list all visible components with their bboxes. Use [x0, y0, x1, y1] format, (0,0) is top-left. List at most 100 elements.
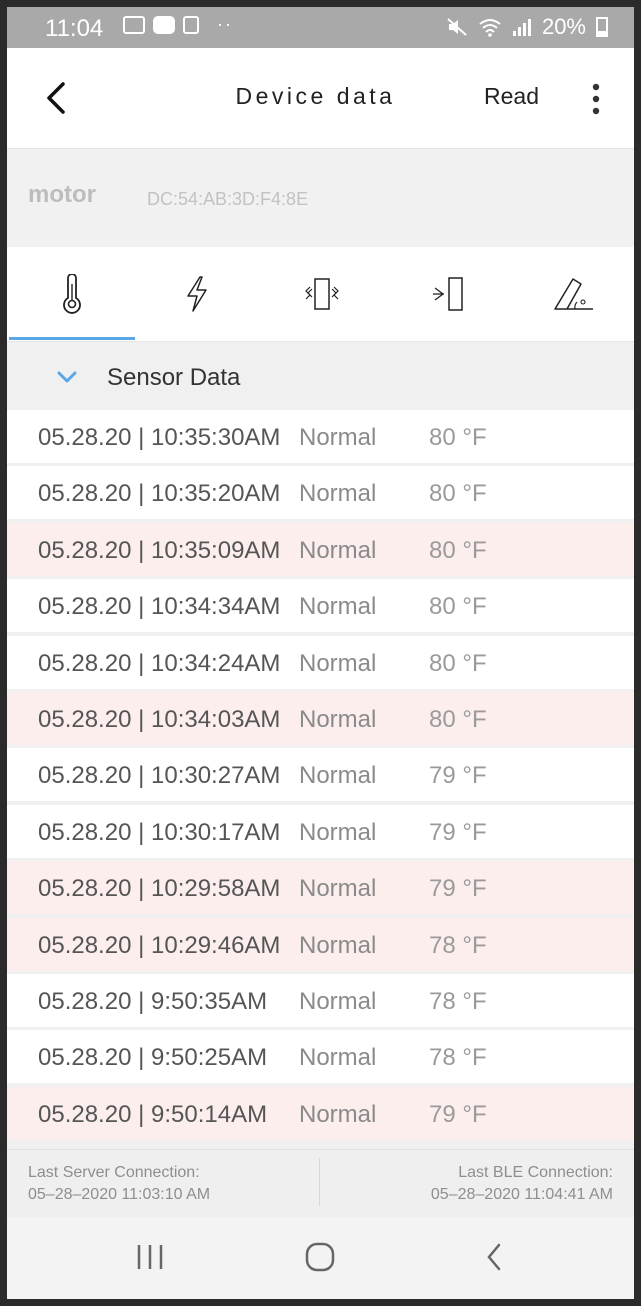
battery-icon: [596, 17, 608, 37]
more-options-icon[interactable]: [590, 82, 602, 116]
row-temperature-value: 80 °F: [429, 593, 487, 621]
row-status: Normal: [299, 875, 377, 903]
tab-power[interactable]: [134, 247, 259, 341]
row-temperature-value: 78 °F: [429, 931, 487, 959]
tab-tilt[interactable]: [509, 247, 634, 341]
table-row: 05.28.20 | 10:30:17AM Normal 79 °F: [7, 804, 634, 858]
row-timestamp: 05.28.20 | 10:29:58AM: [38, 875, 281, 903]
row-temperature-value: 80 °F: [429, 536, 487, 564]
server-connection-label: Last Server Connection:: [28, 1164, 200, 1181]
sensor-data-list: 05.28.20 | 10:35:30AM Normal 80 °F 05.28.20…: [7, 410, 634, 1143]
table-row: 05.28.20 | 10:35:20AM Normal 80 °F: [7, 466, 634, 520]
connection-footer: Last Server Connection: 05–28–2020 11:03…: [7, 1149, 634, 1218]
table-row: 05.28.20 | 10:29:46AM Normal 78 °F: [7, 917, 634, 971]
device-name: motor: [28, 181, 96, 208]
ble-connection-label: Last BLE Connection:: [458, 1164, 613, 1181]
row-status: Normal: [299, 762, 377, 790]
thermometer-icon: [62, 274, 81, 314]
table-row: 05.28.20 | 10:29:58AM Normal 79 °F: [7, 861, 634, 915]
tab-vibration[interactable]: [259, 247, 384, 341]
row-temperature-value: 78 °F: [429, 987, 487, 1015]
mute-icon: [447, 18, 467, 36]
battery-percent: 20%: [541, 14, 586, 39]
back-chevron-icon: [487, 1243, 501, 1271]
app-bar: Device data Read: [7, 48, 634, 149]
row-status: Normal: [299, 593, 377, 621]
chevron-down-icon[interactable]: [57, 370, 77, 384]
table-row: 05.28.20 | 10:30:27AM Normal 79 °F: [7, 748, 634, 802]
row-temperature-value: 80 °F: [429, 705, 487, 733]
status-time: 11:04: [45, 15, 104, 42]
status-icons-right: 20%: [446, 14, 608, 40]
read-button[interactable]: Read: [484, 83, 539, 110]
row-status: Normal: [299, 1044, 377, 1072]
section-label: Sensor Data: [107, 364, 241, 391]
table-row: 05.28.20 | 10:34:34AM Normal 80 °F: [7, 579, 634, 633]
ble-connection-time: 05–28–2020 11:04:41 AM: [430, 1186, 613, 1203]
vibration-icon: [304, 278, 339, 310]
home-button[interactable]: [290, 1237, 350, 1277]
status-dots: ··: [217, 14, 233, 34]
row-timestamp: 05.28.20 | 10:30:27AM: [38, 762, 281, 790]
row-status: Normal: [299, 987, 377, 1015]
table-row: 05.28.20 | 10:35:30AM Normal 80 °F: [7, 410, 634, 463]
table-row: 05.28.20 | 9:50:25AM Normal 78 °F: [7, 1030, 634, 1084]
tab-temperature[interactable]: [9, 247, 134, 341]
row-temperature-value: 80 °F: [429, 424, 487, 451]
row-temperature-value: 79 °F: [429, 1100, 487, 1128]
row-temperature-value: 79 °F: [429, 875, 487, 903]
footer-divider: [319, 1158, 320, 1206]
table-row: 05.28.20 | 10:34:24AM Normal 80 °F: [7, 635, 634, 689]
signal-icon: [512, 19, 531, 36]
home-icon: [305, 1242, 335, 1272]
row-timestamp: 05.28.20 | 9:50:25AM: [38, 1044, 268, 1072]
row-temperature-value: 80 °F: [429, 649, 487, 677]
table-row: 05.28.20 | 10:34:03AM Normal 80 °F: [7, 691, 634, 745]
tab-proximity[interactable]: [384, 247, 509, 341]
row-status: Normal: [299, 480, 377, 508]
recent-apps-button[interactable]: [120, 1237, 180, 1277]
system-back-button[interactable]: [464, 1237, 524, 1277]
row-status: Normal: [299, 536, 377, 564]
screenshot-icon: [183, 15, 199, 34]
youtube-icon: [153, 15, 175, 34]
row-timestamp: 05.28.20 | 10:34:03AM: [38, 705, 281, 733]
device-info: motor DC:54:AB:3D:F4:8E: [7, 149, 634, 247]
row-timestamp: 05.28.20 | 10:34:24AM: [38, 649, 281, 677]
row-temperature-value: 79 °F: [429, 818, 487, 846]
server-connection-time: 05–28–2020 11:03:10 AM: [28, 1186, 211, 1203]
status-icons-left: ··: [123, 14, 233, 35]
row-temperature-value: 79 °F: [429, 762, 487, 790]
table-row: 05.28.20 | 9:50:35AM Normal 78 °F: [7, 973, 634, 1027]
ble-connection-info: Last BLE Connection: 05–28–2020 11:04:41…: [431, 1162, 613, 1206]
wifi-icon: [479, 19, 501, 37]
sensor-data-section-header[interactable]: Sensor Data: [7, 342, 634, 412]
row-timestamp: 05.28.20 | 10:35:09AM: [38, 536, 281, 564]
row-timestamp: 05.28.20 | 10:34:34AM: [38, 593, 281, 621]
lightning-icon: [186, 276, 207, 312]
row-temperature-value: 78 °F: [429, 1044, 487, 1072]
row-status: Normal: [299, 649, 377, 677]
device-mac-address: DC:54:AB:3D:F4:8E: [147, 189, 309, 209]
table-row: 05.28.20 | 9:50:14AM Normal 79 °F: [7, 1086, 634, 1140]
image-icon: [123, 15, 145, 34]
row-status: Normal: [299, 1100, 377, 1128]
row-temperature-value: 80 °F: [429, 480, 487, 508]
row-timestamp: 05.28.20 | 10:35:20AM: [38, 480, 281, 508]
row-timestamp: 05.28.20 | 10:29:46AM: [38, 931, 281, 959]
row-status: Normal: [299, 705, 377, 733]
row-status: Normal: [299, 424, 377, 451]
system-navigation-bar: [7, 1217, 634, 1299]
server-connection-info: Last Server Connection: 05–28–2020 11:03…: [28, 1162, 210, 1206]
proximity-icon: [432, 277, 463, 311]
phone-frame: 11:04 ·· 20% Device data Read motor DC:5…: [0, 0, 641, 1306]
row-status: Normal: [299, 931, 377, 959]
selected-tab-indicator: [9, 337, 135, 340]
row-status: Normal: [299, 818, 377, 846]
row-timestamp: 05.28.20 | 9:50:35AM: [38, 987, 268, 1015]
row-timestamp: 05.28.20 | 9:50:14AM: [38, 1100, 268, 1128]
row-timestamp: 05.28.20 | 10:35:30AM: [38, 424, 281, 451]
page-title: Device data: [235, 83, 396, 109]
table-row: 05.28.20 | 10:35:09AM Normal 80 °F: [7, 522, 634, 576]
sensor-tabs: [7, 247, 634, 342]
